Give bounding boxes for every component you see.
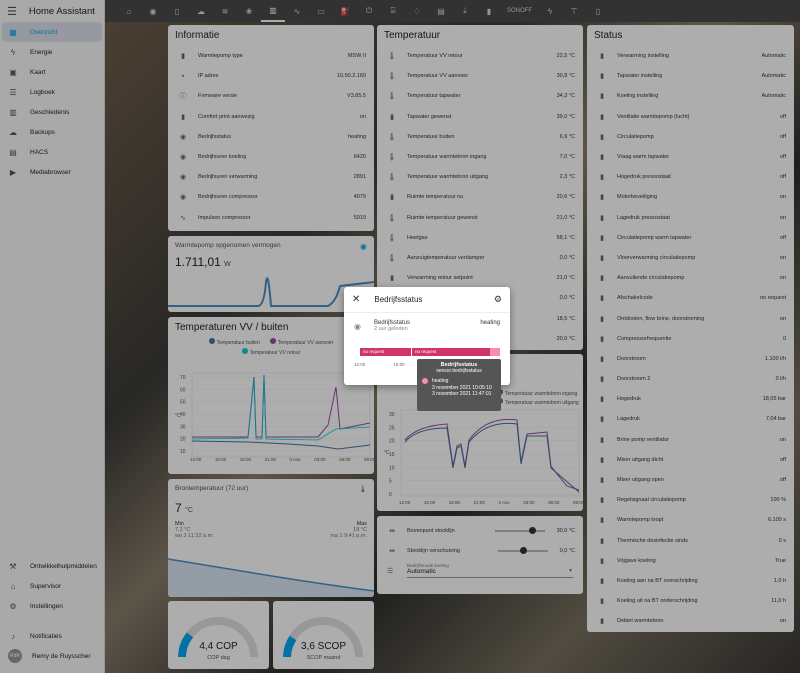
eye-icon: ◉ — [354, 322, 361, 331]
state-swatch — [422, 378, 428, 384]
entity-state: heating — [480, 320, 500, 326]
timeline-bar[interactable]: no request no request — [360, 348, 500, 356]
last-changed: 2 uur geleden — [374, 326, 408, 332]
close-icon[interactable]: ✕ — [352, 294, 360, 305]
timeline-tooltip: Bedrijfsstatus sensor.bedrijfsstatus hea… — [417, 359, 501, 411]
settings-icon[interactable]: ⚙ — [494, 294, 502, 305]
dialog-title: Bedrijfsstatus — [374, 295, 423, 304]
